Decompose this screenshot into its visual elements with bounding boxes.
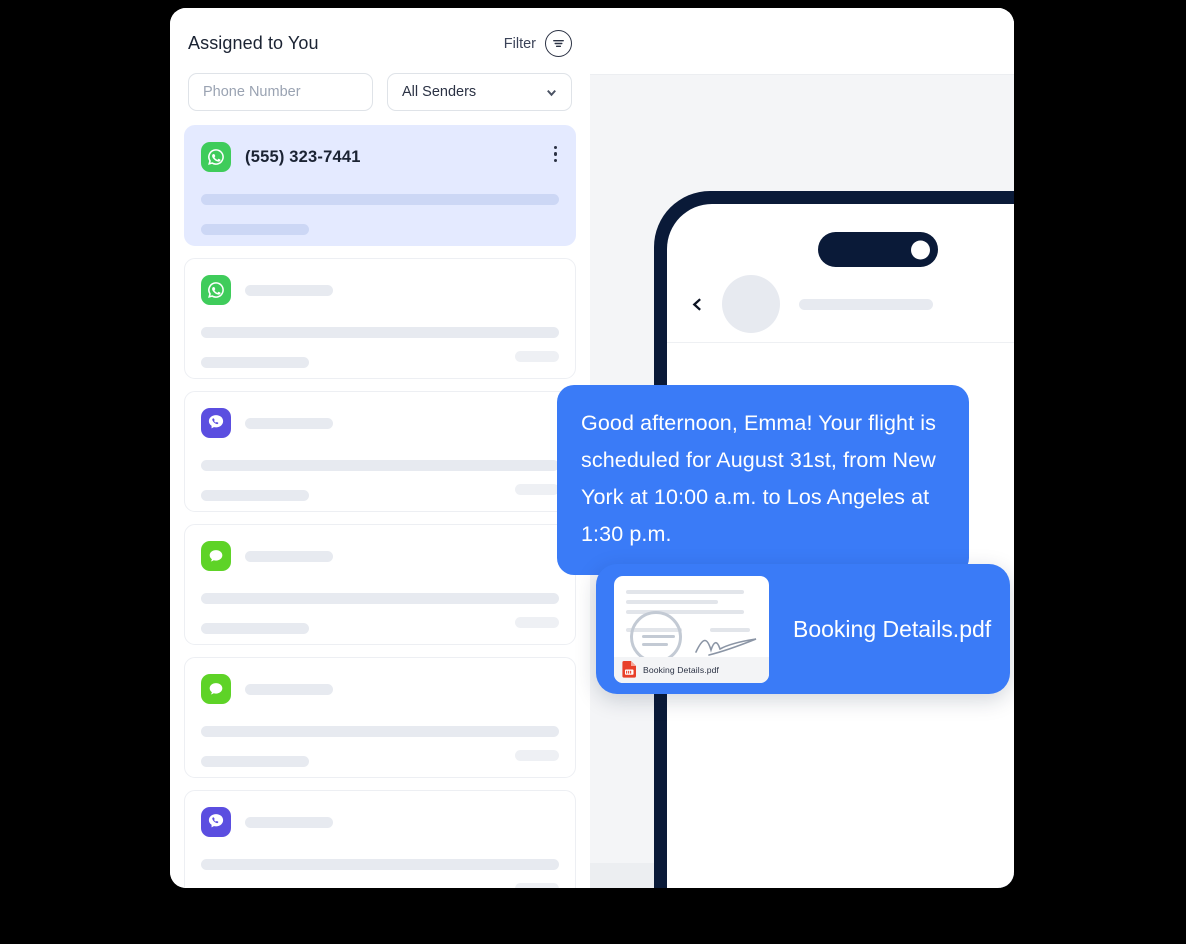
list-item-time-placeholder <box>515 883 559 888</box>
list-item[interactable] <box>184 790 576 888</box>
filter-label: Filter <box>503 35 536 52</box>
list-item-preview-placeholder <box>201 726 559 737</box>
search-input[interactable]: Phone Number <box>188 73 374 111</box>
seal-stamp-icon <box>630 610 682 663</box>
list-item-meta-placeholder <box>201 490 309 501</box>
filter-control[interactable]: Filter <box>504 30 572 57</box>
list-item-preview-placeholder <box>201 327 559 338</box>
list-item-preview-placeholder <box>201 194 559 205</box>
list-item-name-placeholder <box>245 816 333 828</box>
list-item-header <box>201 674 559 704</box>
contact-name-placeholder <box>799 298 933 310</box>
phone-chat-topbar <box>667 266 1014 343</box>
list-item-name-placeholder <box>245 550 333 562</box>
list-item[interactable] <box>184 258 576 379</box>
list-item-time-placeholder <box>515 750 559 761</box>
list-item-time-placeholder <box>515 484 559 495</box>
list-item[interactable] <box>184 391 576 512</box>
sms-icon <box>201 674 231 704</box>
filter-circle-icon[interactable] <box>545 30 572 57</box>
viber-icon <box>201 807 231 837</box>
sms-icon <box>201 541 231 571</box>
senders-select-value: All Senders <box>402 84 477 100</box>
list-item-meta-placeholder <box>201 357 309 368</box>
pdf-thumbnail-footer: Booking Details.pdf <box>614 656 769 683</box>
pdf-file-icon <box>622 661 636 678</box>
dynamic-island <box>818 232 938 267</box>
filters-row: Phone Number All Senders <box>170 57 590 111</box>
page-title: Assigned to You <box>188 33 319 53</box>
whatsapp-icon <box>201 142 231 172</box>
list-item-meta-placeholder <box>201 623 309 634</box>
list-item-time-placeholder <box>515 617 559 628</box>
chevron-down-icon <box>547 89 556 96</box>
signature-icon <box>695 637 757 656</box>
assigned-list-column: Assigned to You Filter Phone Number All … <box>170 8 590 888</box>
pdf-thumbnail-caption: Booking Details.pdf <box>643 664 719 675</box>
file-bubble-name: Booking Details.pdf <box>793 615 992 642</box>
avatar <box>722 275 780 333</box>
list-item-header <box>201 275 559 305</box>
list-item[interactable] <box>184 524 576 645</box>
more-vertical-icon[interactable] <box>553 146 557 163</box>
list-item-time-placeholder <box>515 351 559 362</box>
list-item-header <box>201 408 559 438</box>
list-item-header <box>201 541 559 571</box>
list-item-preview-placeholder <box>201 593 559 604</box>
viber-icon <box>201 408 231 438</box>
list-item[interactable]: (555) 323-7441 <box>184 125 576 246</box>
list-item-header: (555) 323-7441 <box>201 142 559 172</box>
list-item-name-placeholder <box>245 417 333 429</box>
list-item-meta-placeholder <box>201 756 309 767</box>
list-item-name-placeholder <box>245 284 333 296</box>
conversation-list: (555) 323-7441 <box>170 111 590 888</box>
message-bubble-text: Good afternoon, Emma! Your flight is sch… <box>557 385 969 575</box>
list-item-preview-placeholder <box>201 460 559 471</box>
app-panel: Assigned to You Filter Phone Number All … <box>170 8 1014 888</box>
list-item-meta-placeholder <box>201 224 309 235</box>
whatsapp-icon <box>201 275 231 305</box>
pdf-thumbnail: Booking Details.pdf <box>614 575 769 683</box>
screenshot-stage: Assigned to You Filter Phone Number All … <box>0 0 1186 944</box>
list-item-preview-placeholder <box>201 859 559 870</box>
conversation-header <box>590 8 1014 75</box>
list-item-name-placeholder <box>245 683 333 695</box>
camera-dot-icon <box>911 240 930 259</box>
list-item-phone: (555) 323-7441 <box>245 147 361 166</box>
list-header: Assigned to You Filter <box>170 8 590 57</box>
message-bubble-file[interactable]: Booking Details.pdf Booking Details.pdf <box>596 564 1010 694</box>
senders-select[interactable]: All Senders <box>387 73 572 111</box>
list-item-header <box>201 807 559 837</box>
filter-lines-icon <box>553 39 564 48</box>
list-item[interactable] <box>184 657 576 778</box>
chevron-left-icon[interactable] <box>689 296 706 313</box>
